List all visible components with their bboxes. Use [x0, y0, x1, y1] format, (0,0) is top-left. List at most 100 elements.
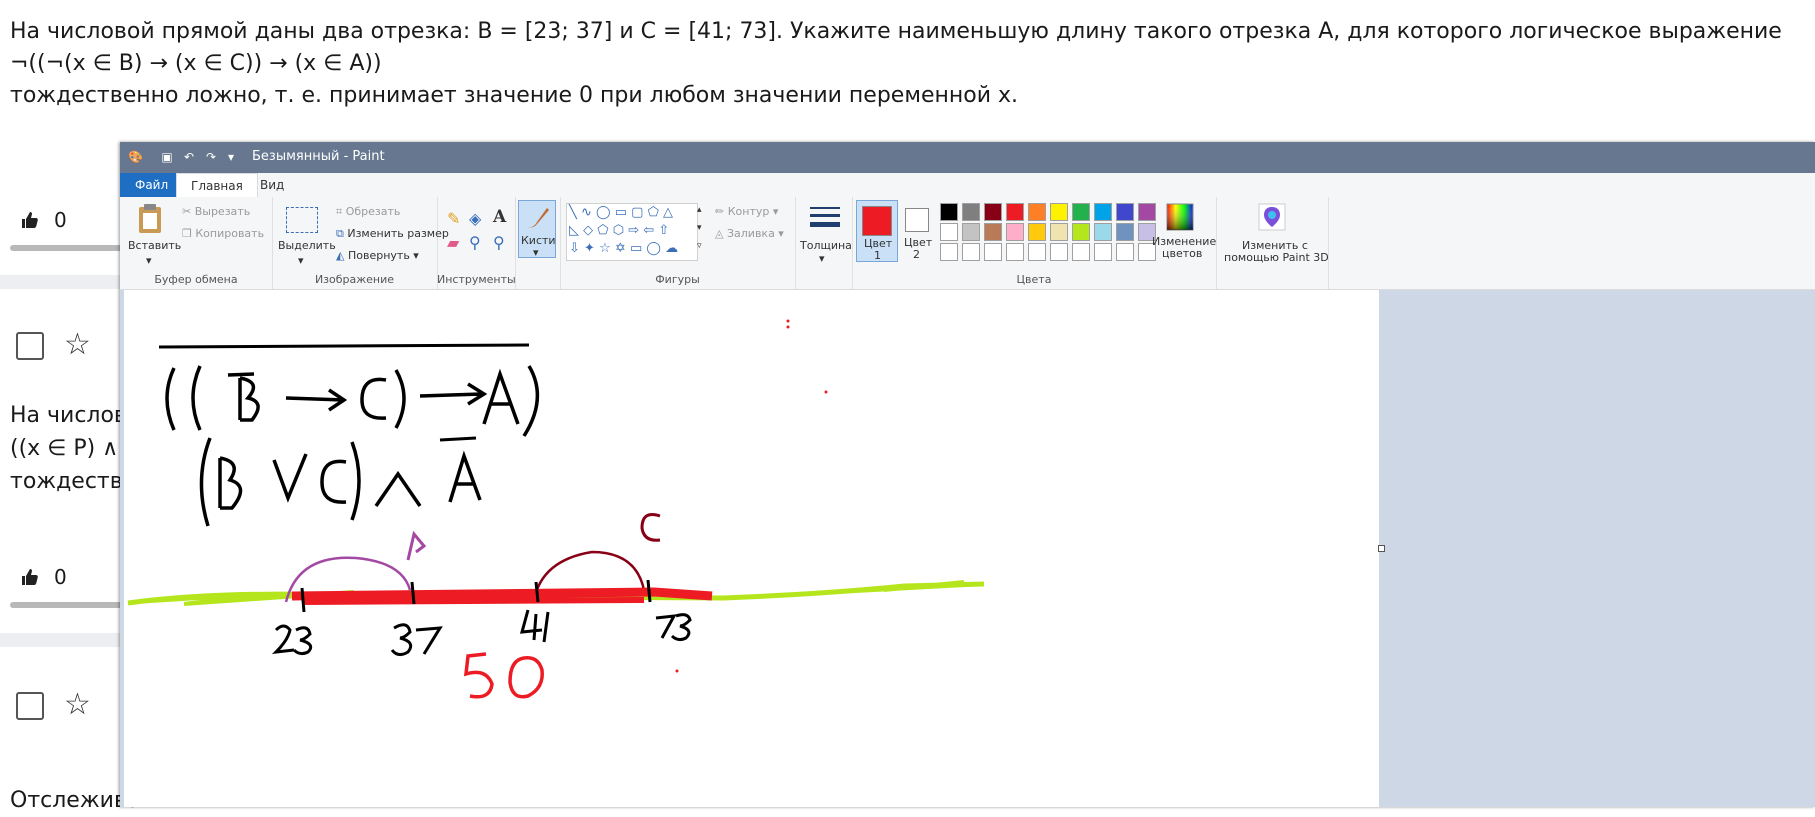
- label-b-mark: [406, 530, 427, 561]
- rotate-button[interactable]: ◭ Повернуть ▾: [336, 249, 419, 262]
- text-tool-icon[interactable]: A: [493, 207, 506, 227]
- cut-button[interactable]: ✂ Вырезать: [182, 205, 250, 218]
- palette-swatch[interactable]: [962, 203, 980, 221]
- canvas-resize-handle[interactable]: [1378, 545, 1385, 552]
- tab-file[interactable]: Файл: [120, 173, 184, 197]
- pencil-icon[interactable]: ✎: [447, 209, 460, 228]
- palette-swatch[interactable]: [1116, 223, 1134, 241]
- customize-icon[interactable]: ▾: [224, 150, 238, 164]
- copy-button[interactable]: ❐ Копировать: [182, 227, 264, 240]
- magnifier-icon[interactable]: ⚲: [493, 233, 505, 252]
- copy-label: Копировать: [195, 227, 265, 240]
- group-paint3d: Изменить с помощью Paint 3D: [1216, 197, 1329, 289]
- palette-swatch[interactable]: [1028, 223, 1046, 241]
- group-shapes: ╲ ∿ ◯ ▭ ▢ ⬠ △ ◺ ◇ ⬠ ⬡ ⇨ ⇦ ⇧ ⇩ ✦ ☆ ✡ ▭ ◯ …: [560, 197, 796, 289]
- fill-button[interactable]: ◬ Заливка ▾: [715, 227, 784, 240]
- paren-stroke: [165, 367, 176, 431]
- line-shape-icon[interactable]: ╲: [569, 205, 577, 220]
- palette-swatch[interactable]: [1094, 203, 1112, 221]
- color2-button[interactable]: Цвет 2: [900, 200, 936, 261]
- palette-swatch[interactable]: [984, 223, 1002, 241]
- redo-icon[interactable]: ↷: [204, 150, 218, 164]
- hexagon-shape-icon[interactable]: ⬡: [613, 223, 624, 238]
- save-icon[interactable]: ▣: [160, 150, 174, 164]
- callout-rect-icon[interactable]: ▭: [630, 241, 642, 256]
- palette-swatch[interactable]: [962, 243, 980, 261]
- callout-oval-icon[interactable]: ◯: [646, 241, 661, 256]
- palette-swatch[interactable]: [1050, 223, 1068, 241]
- palette-swatch[interactable]: [1028, 243, 1046, 261]
- palette-swatch[interactable]: [1006, 223, 1024, 241]
- curve-shape-icon[interactable]: ∿: [581, 205, 592, 220]
- palette-swatch[interactable]: [940, 223, 958, 241]
- palette-swatch[interactable]: [1094, 223, 1112, 241]
- arrow-right-icon[interactable]: ⇨: [628, 223, 639, 238]
- palette-swatch[interactable]: [1072, 243, 1090, 261]
- expand-icon[interactable]: ▿: [697, 241, 702, 251]
- arrow-left-icon[interactable]: ⇦: [643, 223, 654, 238]
- star5-icon[interactable]: ☆: [599, 241, 611, 256]
- crop-button[interactable]: ⌗ Обрезать: [336, 205, 400, 219]
- like-counter-2[interactable]: 0: [20, 565, 67, 589]
- star4-icon[interactable]: ✦: [584, 241, 595, 256]
- undo-icon[interactable]: ↶: [182, 150, 196, 164]
- size-button[interactable]: Толщина: [800, 239, 852, 252]
- resize-button[interactable]: ⧉ Изменить размер: [336, 227, 449, 241]
- chevron-down-icon[interactable]: ▾: [298, 254, 304, 267]
- color1-button[interactable]: Цвет 1: [856, 200, 898, 262]
- scroll-down-icon[interactable]: ▾: [697, 223, 702, 233]
- star-icon[interactable]: ☆: [64, 330, 91, 360]
- palette-swatch[interactable]: [962, 223, 980, 241]
- tab-view[interactable]: Вид: [246, 173, 298, 197]
- palette-swatch[interactable]: [1072, 203, 1090, 221]
- brushes-button[interactable]: Кисти ▾: [518, 200, 556, 259]
- star6-icon[interactable]: ✡: [615, 241, 626, 256]
- palette-swatch[interactable]: [940, 203, 958, 221]
- diamond-shape-icon[interactable]: ◇: [583, 223, 593, 238]
- rect-shape-icon[interactable]: ▭: [615, 205, 627, 220]
- palette-swatch[interactable]: [1116, 243, 1134, 261]
- pentagon-shape-icon[interactable]: ⬠: [597, 223, 608, 238]
- palette-swatch[interactable]: [984, 203, 1002, 221]
- right-triangle-icon[interactable]: ◺: [569, 223, 579, 238]
- paste-button[interactable]: Вставить: [128, 239, 181, 252]
- palette-swatch[interactable]: [940, 243, 958, 261]
- palette-swatch[interactable]: [1116, 203, 1134, 221]
- palette-swatch[interactable]: [1138, 203, 1156, 221]
- tick-mark: [534, 581, 540, 603]
- shapes-gallery[interactable]: ╲ ∿ ◯ ▭ ▢ ⬠ △ ◺ ◇ ⬠ ⬡ ⇨ ⇦ ⇧ ⇩ ✦ ☆ ✡ ▭ ◯ …: [566, 203, 698, 261]
- palette-swatch[interactable]: [1028, 203, 1046, 221]
- palette-swatch[interactable]: [1050, 243, 1068, 261]
- polygon-shape-icon[interactable]: ⬠: [648, 205, 659, 220]
- chevron-down-icon[interactable]: ▾: [146, 254, 152, 267]
- select-button[interactable]: Выделить: [278, 239, 336, 252]
- chevron-down-icon[interactable]: ▾: [819, 252, 825, 265]
- chevron-down-icon: ▾: [774, 227, 784, 240]
- group-clipboard: Вставить ▾ ✂ Вырезать ❐ Копировать Буфер…: [120, 197, 273, 289]
- arrow-down-icon[interactable]: ⇩: [569, 241, 580, 256]
- drawing-canvas[interactable]: [124, 290, 1379, 807]
- card-checkbox[interactable]: [16, 692, 44, 720]
- star-icon[interactable]: ☆: [64, 690, 91, 720]
- color-picker-icon[interactable]: ⚲: [469, 233, 481, 252]
- group-label: Фигуры: [655, 273, 700, 286]
- rounded-rect-icon[interactable]: ▢: [631, 205, 643, 220]
- palette-swatch[interactable]: [984, 243, 1002, 261]
- card-checkbox[interactable]: [16, 332, 44, 360]
- arrow-up-icon[interactable]: ⇧: [658, 223, 669, 238]
- oval-shape-icon[interactable]: ◯: [596, 205, 611, 220]
- palette-swatch[interactable]: [1006, 243, 1024, 261]
- size-line-icon: [810, 207, 840, 209]
- palette-swatch[interactable]: [1050, 203, 1068, 221]
- callout-cloud-icon[interactable]: ☁: [665, 241, 678, 256]
- answer-label-50: [508, 656, 544, 699]
- eraser-icon[interactable]: ▰: [447, 233, 459, 252]
- triangle-shape-icon[interactable]: △: [663, 205, 673, 220]
- palette-swatch[interactable]: [1094, 243, 1112, 261]
- palette-swatch[interactable]: [1072, 223, 1090, 241]
- fill-bucket-icon[interactable]: ◈: [469, 209, 481, 228]
- like-counter-1[interactable]: 0: [20, 208, 67, 232]
- scroll-up-icon[interactable]: ▴: [697, 205, 702, 215]
- outline-button[interactable]: ✏ Контур ▾: [715, 205, 778, 218]
- palette-swatch[interactable]: [1006, 203, 1024, 221]
